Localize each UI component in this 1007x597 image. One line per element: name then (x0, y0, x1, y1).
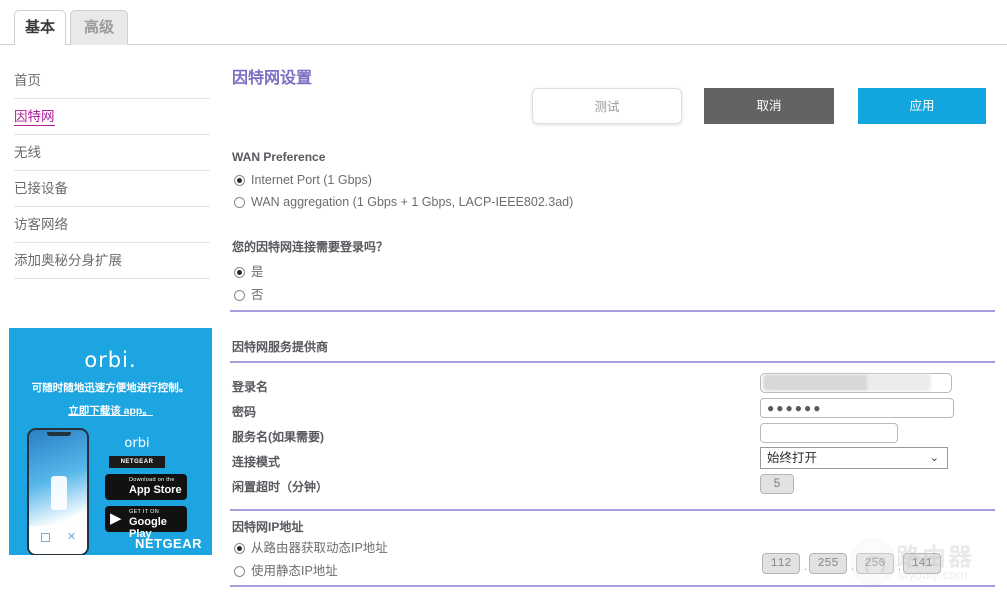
internet-ip-option-label: 从路由器获取动态IP地址 (251, 541, 388, 555)
section-divider (230, 509, 995, 511)
radio-login-no[interactable] (234, 290, 245, 301)
phone-bottom-bar: ✕ (29, 526, 87, 554)
google-play-sublabel: GET IT ON (129, 509, 159, 515)
sidebar-item-label: 访客网络 (14, 217, 68, 232)
service-name-label: 服务名(如果需要) (232, 428, 324, 445)
wan-pref-option-label: WAN aggregation (1 Gbps + 1 Gbps, LACP-I… (251, 195, 573, 209)
apply-button[interactable]: 应用 (858, 88, 986, 124)
app-store-button[interactable]: Download on the App Store (105, 474, 187, 500)
sidebar-item-wireless[interactable]: 无线 (14, 135, 210, 171)
sidebar-item-label: 因特网 (14, 109, 55, 126)
app-store-label: App Store (129, 484, 182, 496)
banner-bottom-strip (9, 555, 212, 567)
phone-notch (47, 432, 71, 436)
sidebar-item-label: 已接设备 (14, 181, 68, 196)
login-required-option-no[interactable]: 否 (234, 284, 264, 303)
internet-ip-option-label: 使用静态IP地址 (251, 564, 338, 578)
section-divider (230, 310, 995, 312)
top-tab-bar: 基本 高级 (0, 0, 1007, 45)
sidebar-item-label: 添加奥秘分身扩展 (14, 253, 122, 268)
ip-separator: . (898, 561, 901, 573)
radio-dynamic-ip[interactable] (234, 543, 245, 554)
connection-mode-select[interactable]: 始终打开 ⌄ (760, 447, 948, 469)
sidebar-item-internet[interactable]: 因特网 (14, 99, 210, 135)
cancel-button[interactable]: 取消 (704, 88, 834, 124)
radio-wan-aggregation[interactable] (234, 197, 245, 208)
ad-download-link[interactable]: 立即下载该 app。 (9, 403, 212, 418)
password-input[interactable]: ●●●●●● (760, 398, 954, 418)
main-content-panel: 因特网设置 测试 取消 应用 WAN Preference Internet P… (220, 45, 1007, 595)
service-name-input[interactable] (760, 423, 898, 443)
orbi-logo: orbi. (9, 348, 212, 372)
sidebar-item-label: 无线 (14, 145, 41, 160)
wan-pref-option-label: Internet Port (1 Gbps) (251, 173, 372, 187)
login-name-label: 登录名 (232, 378, 268, 395)
idle-timeout-label: 闲置超时（分钟） (232, 478, 328, 495)
connection-mode-value: 始终打开 (767, 451, 817, 465)
sidebar-item-guest-network[interactable]: 访客网络 (14, 207, 210, 243)
ip-separator: . (804, 561, 807, 573)
radio-login-yes[interactable] (234, 267, 245, 278)
chevron-down-icon: ⌄ (930, 448, 939, 468)
section-divider (230, 361, 995, 363)
orbi-app-icon: orbi (107, 436, 167, 451)
password-label: 密码 (232, 403, 256, 420)
idle-timeout-input[interactable]: 5 (760, 474, 794, 494)
wan-preference-label: WAN Preference (232, 150, 325, 164)
google-play-icon: ▶ (110, 511, 122, 526)
ip-separator: . (851, 561, 854, 573)
sidebar-item-home[interactable]: 首页 (14, 63, 210, 99)
ip-octet-1[interactable]: 112 (762, 553, 800, 574)
wan-pref-option-internet-port[interactable]: Internet Port (1 Gbps) (234, 173, 372, 187)
internet-ip-label: 因特网IP地址 (232, 518, 303, 535)
sidebar: 首页 因特网 无线 已接设备 访客网络 添加奥秘分身扩展 orbi. 可随时随地… (0, 45, 220, 595)
sidebar-nav-list: 首页 因特网 无线 已接设备 访客网络 添加奥秘分身扩展 (14, 63, 210, 279)
sidebar-item-label: 首页 (14, 73, 41, 88)
ip-octet-4[interactable]: 141 (903, 553, 941, 574)
sidebar-item-attached-devices[interactable]: 已接设备 (14, 171, 210, 207)
app-store-sublabel: Download on the (129, 477, 175, 483)
device-manager-icon (41, 533, 50, 542)
section-divider (230, 585, 995, 587)
test-button[interactable]: 测试 (532, 88, 682, 124)
login-required-label: 您的因特网连接需要登录吗？ (232, 238, 388, 255)
orbi-app-promo-banner[interactable]: orbi. 可随时随地迅速方便地进行控制。 立即下载该 app。 ✕ orbi … (9, 328, 212, 567)
tab-advanced[interactable]: 高级 (70, 10, 128, 45)
network-map-icon: ✕ (67, 533, 76, 542)
sidebar-item-add-extender[interactable]: 添加奥秘分身扩展 (14, 243, 210, 279)
connection-mode-label: 连接模式 (232, 453, 280, 470)
tab-basic[interactable]: 基本 (14, 10, 66, 45)
internet-ip-option-static[interactable]: 使用静态IP地址 (234, 560, 338, 579)
ip-octet-3[interactable]: 250 (856, 553, 894, 574)
radio-internet-port[interactable] (234, 175, 245, 186)
orbi-satellite-illustration (51, 476, 67, 510)
ip-octet-2[interactable]: 255 (809, 553, 847, 574)
login-required-option-yes[interactable]: 是 (234, 261, 264, 280)
internet-ip-option-dynamic[interactable]: 从路由器获取动态IP地址 (234, 537, 388, 556)
phone-mockup-image: ✕ (27, 428, 89, 556)
login-required-option-label: 是 (251, 265, 264, 279)
page-title: 因特网设置 (232, 64, 312, 88)
netgear-badge: NETGEAR (109, 456, 165, 468)
isp-section-label: 因特网服务提供商 (232, 338, 328, 355)
wan-pref-option-wan-aggregation[interactable]: WAN aggregation (1 Gbps + 1 Gbps, LACP-I… (234, 195, 573, 209)
netgear-wordmark: NETGEAR (135, 536, 202, 551)
radio-static-ip[interactable] (234, 566, 245, 577)
google-play-button[interactable]: ▶ GET IT ON Google Play (105, 506, 187, 532)
login-name-redaction-overlay (763, 374, 931, 391)
ad-tagline: 可随时随地迅速方便地进行控制。 (9, 380, 212, 395)
login-required-option-label: 否 (251, 288, 264, 302)
